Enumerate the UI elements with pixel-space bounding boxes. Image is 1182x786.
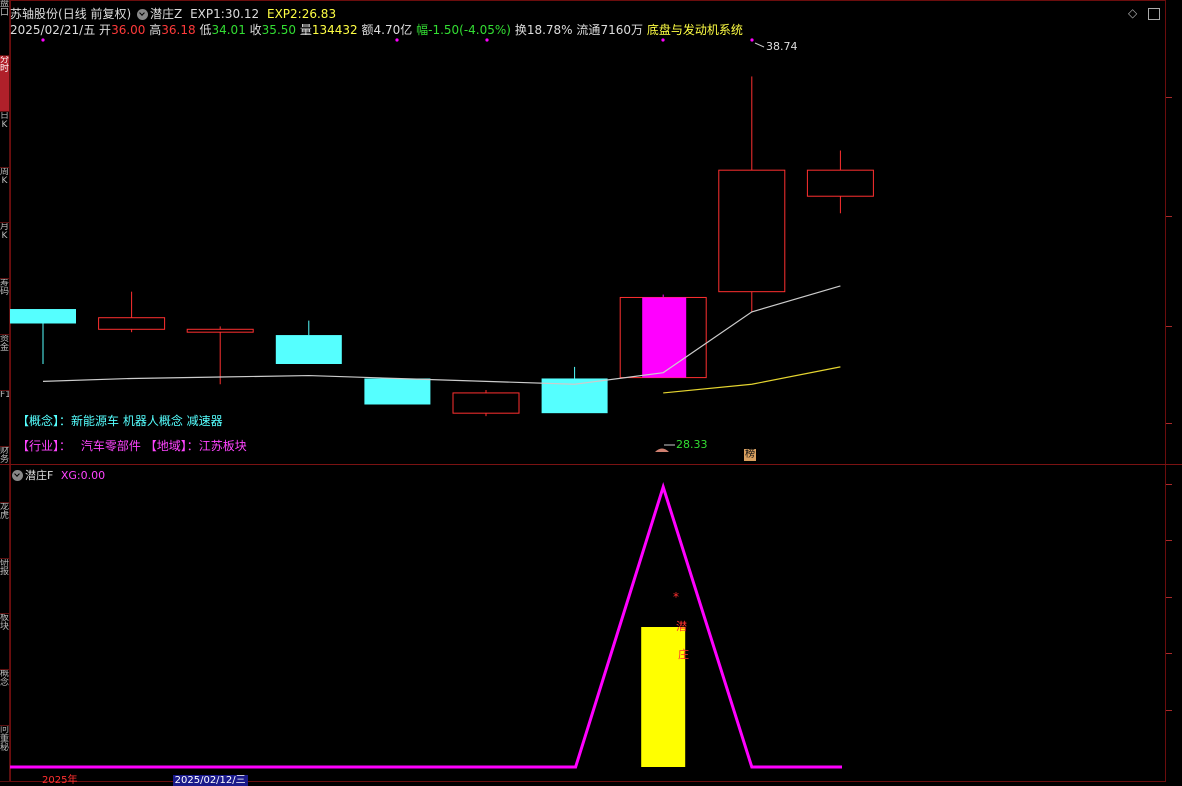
list-badge[interactable]: 榜 xyxy=(744,449,756,461)
industry-label: 【行业】： xyxy=(17,439,72,453)
signal-dot xyxy=(661,38,665,42)
signal-dot xyxy=(750,38,754,42)
candle-body xyxy=(186,328,254,333)
candle-body xyxy=(275,335,342,364)
region-label: 【地域】： xyxy=(144,439,199,453)
high-price-label: 38.74 xyxy=(766,40,798,53)
candle-body xyxy=(10,309,76,324)
signal-dot xyxy=(485,38,489,42)
concept-line: 【概念】：新能源车 机器人概念 减速器 xyxy=(17,412,223,429)
year-label: 2025年 xyxy=(42,775,78,786)
signal-char-2: 庄 xyxy=(678,648,689,661)
industry-line: 【行业】： 汽车零部件 【地域】：江苏板块 xyxy=(17,437,247,454)
industry-value: 汽车零部件 xyxy=(80,439,141,453)
high-pointer xyxy=(754,42,765,48)
candle-body xyxy=(718,169,786,293)
region-value: 江苏板块 xyxy=(198,439,247,453)
ma-line-yellow xyxy=(663,366,841,394)
signal-dot xyxy=(41,38,45,42)
candle-body xyxy=(642,297,687,378)
concept-text: 【概念】：新能源车 机器人概念 减速器 xyxy=(17,414,223,428)
sub-indicator-name[interactable]: 潜庄F xyxy=(25,469,53,482)
signal-star: * xyxy=(673,590,679,604)
date-axis: 2025年 2025/02/12/三 xyxy=(10,771,248,786)
low-marker-icon xyxy=(655,448,669,452)
candle-body xyxy=(98,317,166,330)
xg-value: 0.00 xyxy=(80,469,106,482)
candle-body xyxy=(364,378,431,405)
cursor-date: 2025/02/12/三 xyxy=(172,775,248,786)
candle-body xyxy=(806,169,874,197)
ma-line-white xyxy=(42,285,841,385)
sub-signal-line xyxy=(10,482,842,769)
xg-label: XG: xyxy=(60,469,81,482)
candle-body xyxy=(452,392,520,414)
indicator-dropdown-icon[interactable] xyxy=(12,470,23,481)
sub-panel-title: 潜庄F XG:0.00 xyxy=(10,467,106,482)
signal-char-1: 潜 xyxy=(676,620,687,633)
signal-dot xyxy=(395,38,399,42)
low-price-label: 28.33 xyxy=(676,438,708,451)
candlestick-chart[interactable] xyxy=(0,0,1182,782)
